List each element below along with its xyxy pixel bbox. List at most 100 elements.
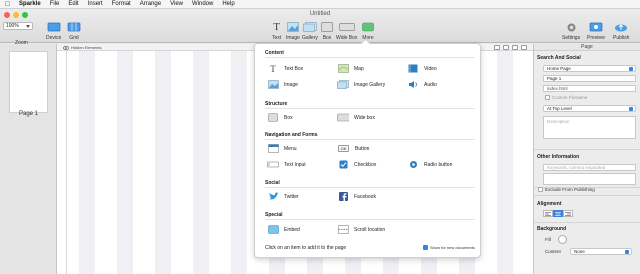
- text-tool-button[interactable]: T Text: [272, 21, 281, 41]
- grid-button[interactable]: Grid: [67, 21, 81, 41]
- alignment-title: Alignment: [537, 201, 562, 207]
- exclude-publishing-checkbox[interactable]: [538, 187, 543, 192]
- keywords-field[interactable]: Keywords, comma separated: [543, 164, 636, 171]
- insert-box[interactable]: Box: [267, 113, 293, 122]
- align-left-button[interactable]: [543, 210, 553, 217]
- background-title: Background: [537, 226, 567, 232]
- insert-image-gallery[interactable]: Image Gallery: [337, 80, 385, 89]
- menu-window[interactable]: Window: [192, 0, 213, 9]
- layout-option-icon[interactable]: [494, 45, 500, 50]
- image-icon: [267, 80, 279, 89]
- gallery-tool-button[interactable]: Gallery: [302, 21, 318, 41]
- insert-map-label: Map: [354, 65, 364, 72]
- insert-twitter[interactable]: Twitter: [267, 192, 299, 201]
- image-tool-label: Image: [286, 35, 300, 41]
- insert-video[interactable]: Video: [407, 64, 437, 73]
- insert-radio-button[interactable]: Radio button: [407, 160, 452, 169]
- fill-color-well[interactable]: [558, 235, 567, 244]
- inspector-tab-page[interactable]: Page: [534, 44, 640, 51]
- insert-text-input-label: Text Input: [284, 161, 306, 168]
- insert-radio-button-label: Radio button: [424, 161, 453, 168]
- menu-arrange[interactable]: Arrange: [140, 0, 161, 9]
- divider: [534, 149, 640, 150]
- box-tool-label: Box: [322, 35, 332, 41]
- wide-box-icon: [337, 113, 349, 122]
- exclude-publishing-label: Exclude From Publishing: [545, 187, 595, 192]
- gallery-icon: [303, 21, 317, 33]
- align-center-button[interactable]: [553, 210, 563, 217]
- layout-option-icon[interactable]: [512, 45, 518, 50]
- layout-option-icon[interactable]: [503, 45, 509, 50]
- insert-text-box[interactable]: T Text Box: [267, 63, 304, 74]
- hidden-elements-label: Hidden Elements: [71, 45, 102, 50]
- insert-checkbox[interactable]: Checkbox: [337, 160, 376, 169]
- menu-file[interactable]: File: [50, 0, 60, 9]
- publish-button[interactable]: Publish: [613, 21, 629, 41]
- more-icon: [362, 21, 374, 33]
- keywords-area[interactable]: [543, 173, 636, 185]
- insert-image[interactable]: Image: [267, 80, 298, 89]
- eye-icon: [63, 45, 69, 50]
- speaker-icon: [407, 80, 419, 89]
- description-field[interactable]: Description: [543, 116, 636, 139]
- section-structure-title: Structure: [265, 101, 288, 107]
- menu-insert[interactable]: Insert: [88, 0, 103, 9]
- insert-image-gallery-label: Image Gallery: [354, 81, 386, 88]
- insert-button-label: Button: [355, 145, 370, 152]
- insert-wide-box[interactable]: Wide box: [337, 113, 375, 122]
- show-for-new-documents-checkbox[interactable]: Show for new documents: [423, 245, 475, 250]
- menu-app[interactable]: Sparkle: [19, 0, 41, 9]
- zoom-select[interactable]: 100%: [3, 22, 33, 30]
- hidden-elements-toggle[interactable]: Hidden Elements: [63, 44, 101, 51]
- canvas-guide: [66, 51, 67, 274]
- insert-text-box-label: Text Box: [284, 65, 304, 72]
- menu-format[interactable]: Format: [112, 0, 131, 9]
- wide-box-tool-button[interactable]: Wide Box: [336, 21, 357, 41]
- device-button[interactable]: Device: [46, 21, 61, 41]
- background-content-select[interactable]: None: [570, 248, 632, 255]
- insert-scroll-location[interactable]: Scroll location: [337, 225, 385, 234]
- settings-button[interactable]: Settings: [562, 21, 580, 41]
- box-tool-button[interactable]: Box: [321, 21, 333, 41]
- other-info-title: Other Information: [537, 154, 580, 160]
- publish-label: Publish: [613, 35, 630, 41]
- document-title: Untitled: [309, 11, 331, 17]
- apple-icon[interactable]: : [4, 0, 11, 8]
- menu-help[interactable]: Help: [222, 0, 234, 9]
- menu-edit[interactable]: Edit: [68, 0, 78, 9]
- text-icon: T: [270, 63, 276, 74]
- insert-map[interactable]: Map: [337, 64, 364, 73]
- insert-menu[interactable]: Menu: [267, 144, 297, 153]
- image-tool-button[interactable]: Image: [286, 21, 300, 41]
- menu-view[interactable]: View: [170, 0, 183, 9]
- page-name-field[interactable]: Page 1: [543, 75, 636, 82]
- insert-box-label: Box: [284, 114, 293, 121]
- layout-option-icon[interactable]: [521, 45, 527, 50]
- divider: [534, 222, 640, 223]
- page-level-select[interactable]: At Top Level: [543, 105, 636, 112]
- alignment-segmented-control: [543, 210, 573, 217]
- settings-label: Settings: [562, 35, 581, 41]
- filename-field[interactable]: index.html: [543, 85, 636, 92]
- align-right-button[interactable]: [563, 210, 573, 217]
- insert-image-label: Image: [284, 81, 298, 88]
- divider: [265, 187, 475, 188]
- page-type-select[interactable]: Home Page: [543, 65, 636, 72]
- menu-bar:  Sparkle File Edit Insert Format Arrang…: [0, 0, 640, 9]
- insert-text-input[interactable]: Text Input: [267, 160, 306, 169]
- radio-icon: [407, 160, 419, 169]
- insert-facebook[interactable]: Facebook: [337, 192, 376, 201]
- insert-embed[interactable]: Embed: [267, 225, 300, 234]
- more-tool-button[interactable]: More: [362, 21, 374, 41]
- insert-element-popover: Content T Text Box Map Video Image Image…: [254, 38, 481, 258]
- page-thumbnail[interactable]: [9, 51, 48, 113]
- popover-footer-hint: Click on an item to add it to the page: [265, 245, 347, 251]
- cloud-upload-icon: [614, 21, 628, 33]
- insert-button[interactable]: OK Button: [337, 144, 369, 153]
- preview-button[interactable]: Preview: [587, 21, 605, 41]
- insert-audio[interactable]: Audio: [407, 80, 437, 89]
- device-icon: [47, 21, 61, 33]
- section-social-title: Social: [265, 180, 280, 186]
- custom-filename-checkbox[interactable]: [545, 95, 550, 100]
- divider: [265, 139, 475, 140]
